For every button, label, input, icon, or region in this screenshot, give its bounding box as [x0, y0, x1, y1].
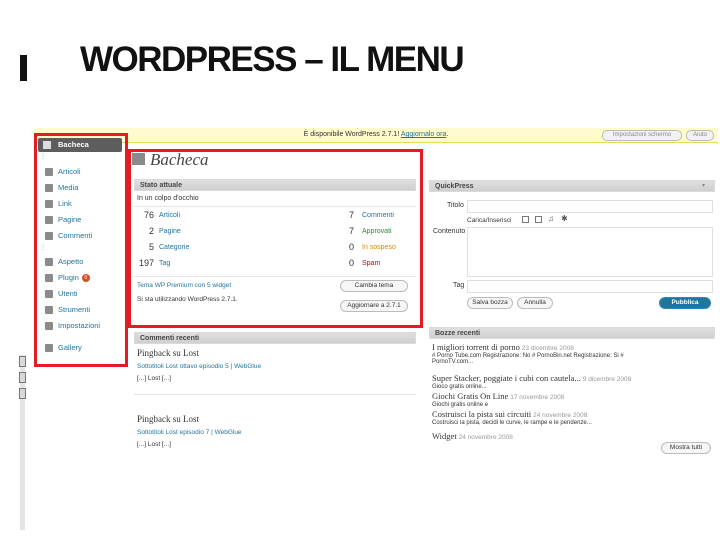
help-button[interactable]: Aiuto [686, 130, 714, 141]
quickpress-header[interactable]: QuickPress [429, 180, 715, 192]
recent-drafts-header[interactable]: Bozze recenti [429, 327, 715, 339]
upload-insert-label: Carica/Inserisci [467, 217, 512, 224]
quickpress-content-label: Contenuto [433, 228, 466, 235]
comment-entry: Pingback su Lost Sottotitoli Lost ottavo… [137, 348, 413, 382]
comment-title[interactable]: Pingback su Lost [137, 414, 413, 424]
ruler-marker [19, 356, 26, 367]
draft-item: Super Stacker, poggiate i cubi con caute… [432, 373, 712, 390]
draft-title-link[interactable]: Widget [432, 431, 457, 441]
quickpress-content-textarea[interactable] [467, 227, 713, 277]
draft-item: I migliori torrent di porno 23 dicembre … [432, 342, 712, 365]
divider [134, 394, 416, 395]
collapse-arrow-icon[interactable]: ▾ [702, 183, 708, 189]
draft-title-link[interactable]: Super Stacker, poggiate i cubi con caute… [432, 373, 581, 383]
draft-date: 17 novembre 2008 [510, 394, 565, 401]
quickpress-tags-label: Tag [453, 282, 465, 289]
comment-source-link[interactable]: Sottotitoli Lost episodio 7 | WebGlue [137, 429, 413, 436]
quickpress-widget: QuickPress ▾ Titolo Carica/Inserisci ♫ ✱… [429, 180, 715, 315]
quickpress-tags-input[interactable] [467, 280, 713, 293]
cancel-button[interactable]: Annulla [517, 297, 553, 309]
comment-text: [...] Lost [...] [137, 441, 171, 448]
draft-title-link[interactable]: Giochi Gratis On Line [432, 391, 508, 401]
image-upload-icon[interactable] [522, 216, 529, 223]
media-upload-icon[interactable]: ✱ [561, 214, 568, 223]
update-notice-suffix: . [446, 131, 449, 138]
quickpress-title-input[interactable] [467, 200, 713, 213]
recent-drafts-widget: Bozze recenti I migliori torrent di porn… [429, 327, 715, 457]
draft-item: Costruisci la pista sui circuiti 24 nove… [432, 409, 712, 426]
draft-excerpt: Costruisci la pista, decidi le curve, le… [432, 420, 592, 426]
slide-title: WORDPRESS – IL MENU [80, 40, 465, 79]
recent-comments-widget: Commenti recenti Pingback su Lost Sottot… [134, 332, 416, 448]
update-notice-text: È disponibile WordPress 2.7.1! [303, 131, 400, 138]
draft-date: 23 dicembre 2008 [521, 345, 574, 352]
publish-button[interactable]: Pubblica [659, 297, 711, 309]
title-bullet-bar [20, 55, 27, 81]
draft-excerpt: PornoTV.com... [432, 359, 474, 365]
recent-comments-header[interactable]: Commenti recenti [134, 332, 416, 344]
ruler-marker [19, 388, 26, 399]
draft-item: Giochi Gratis On Line 17 novembre 2008 G… [432, 391, 712, 408]
comment-source-link[interactable]: Sottotitoli Lost ottavo episodio 5 | Web… [137, 363, 413, 370]
update-now-link[interactable]: Aggiornalo ora [401, 131, 447, 138]
draft-excerpt: Giochi gratis online e [432, 402, 489, 408]
draft-title-link[interactable]: I migliori torrent di porno [432, 342, 520, 352]
view-all-drafts-button[interactable]: Mostra tutti [661, 442, 711, 454]
draft-date: 24 novembre 2008 [533, 412, 588, 419]
ruler-marker [19, 372, 26, 383]
comment-title[interactable]: Pingback su Lost [137, 348, 413, 358]
comment-entry: Pingback su Lost Sottotitoli Lost episod… [137, 414, 413, 448]
audio-upload-icon[interactable]: ♫ [548, 214, 554, 223]
comment-text: [...] Lost [...] [137, 375, 171, 382]
video-upload-icon[interactable] [535, 216, 542, 223]
draft-date: 9 dicembre 2008 [582, 376, 632, 383]
screen-options-button[interactable]: Impostazioni schermo [602, 130, 682, 141]
draft-item: Widget 24 novembre 2008 [432, 431, 652, 441]
draft-excerpt: Gioco gratis online... [432, 384, 487, 390]
quickpress-title-label: Titolo [447, 202, 464, 209]
save-draft-button[interactable]: Salva bozza [467, 297, 513, 309]
highlight-box-sidebar [34, 133, 128, 367]
draft-title-link[interactable]: Costruisci la pista sui circuiti [432, 409, 531, 419]
draft-date: 24 novembre 2008 [458, 434, 513, 441]
highlight-box-dashboard [128, 149, 423, 328]
